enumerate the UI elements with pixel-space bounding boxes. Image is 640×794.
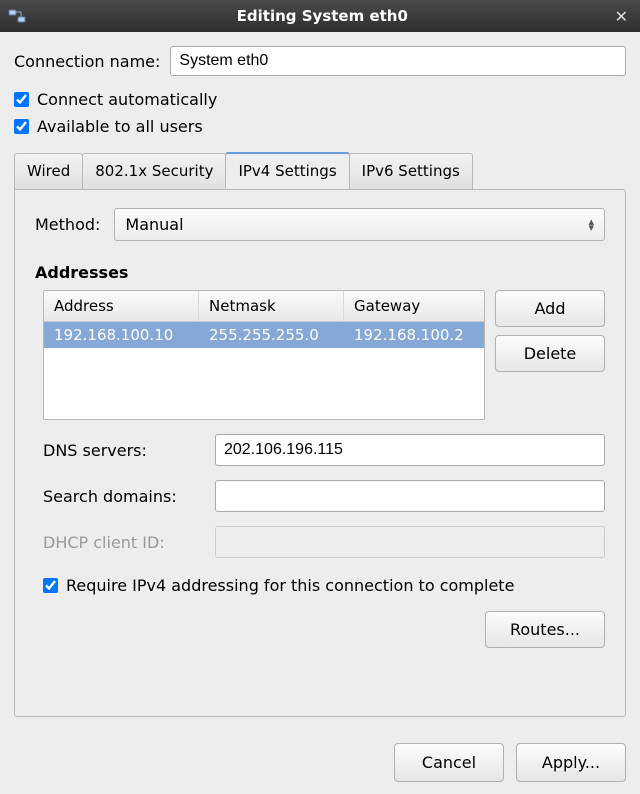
table-row[interactable]: 192.168.100.10 255.255.255.0 192.168.100…	[44, 322, 484, 348]
col-netmask[interactable]: Netmask	[199, 291, 344, 321]
dns-servers-label: DNS servers:	[43, 441, 215, 460]
available-all-users-row: Available to all users	[14, 117, 626, 136]
connect-automatically-text: Connect automatically	[37, 90, 217, 109]
ipv4-panel: Method: Manual ▴▾ Addresses Address Netm…	[14, 189, 626, 717]
method-label: Method:	[35, 215, 100, 234]
apply-button[interactable]: Apply...	[516, 743, 626, 782]
connection-name-label: Connection name:	[14, 52, 160, 71]
tabs-container: Wired 802.1x Security IPv4 Settings IPv6…	[14, 152, 626, 717]
tab-8021x-security[interactable]: 802.1x Security	[82, 153, 226, 190]
connection-name-input[interactable]	[170, 46, 626, 76]
dialog-buttons: Cancel Apply...	[0, 727, 640, 794]
cancel-button[interactable]: Cancel	[394, 743, 504, 782]
add-button[interactable]: Add	[495, 290, 605, 327]
search-domains-row: Search domains:	[43, 480, 605, 512]
dns-servers-input[interactable]	[215, 434, 605, 466]
search-domains-input[interactable]	[215, 480, 605, 512]
routes-row: Routes...	[35, 611, 605, 648]
available-all-users-checkbox[interactable]	[14, 119, 29, 134]
method-row: Method: Manual ▴▾	[35, 208, 605, 241]
dns-servers-row: DNS servers:	[43, 434, 605, 466]
method-combobox[interactable]: Manual ▴▾	[114, 208, 605, 241]
addresses-table[interactable]: Address Netmask Gateway 192.168.100.10 2…	[43, 290, 485, 420]
search-domains-label: Search domains:	[43, 487, 215, 506]
connection-name-row: Connection name:	[14, 46, 626, 76]
cell-netmask: 255.255.255.0	[199, 322, 344, 348]
titlebar: Editing System eth0 ✕	[0, 0, 640, 32]
available-all-users-text: Available to all users	[37, 117, 203, 136]
addr-buttons: Add Delete	[495, 290, 605, 420]
delete-button[interactable]: Delete	[495, 335, 605, 372]
tabs-bar: Wired 802.1x Security IPv4 Settings IPv6…	[14, 152, 626, 189]
tab-ipv6-settings[interactable]: IPv6 Settings	[349, 153, 473, 190]
window-title: Editing System eth0	[34, 7, 611, 25]
close-icon[interactable]: ✕	[611, 7, 632, 26]
dropdown-arrow-icon: ▴▾	[588, 219, 594, 231]
require-ipv4-row: Require IPv4 addressing for this connect…	[43, 576, 605, 595]
cell-gateway: 192.168.100.2	[344, 322, 484, 348]
method-value: Manual	[125, 215, 183, 234]
dialog-window: Editing System eth0 ✕ Connection name: C…	[0, 0, 640, 794]
col-gateway[interactable]: Gateway	[344, 291, 484, 321]
connect-automatically-row: Connect automatically	[14, 90, 626, 109]
dhcp-client-id-input	[215, 526, 605, 558]
require-ipv4-label[interactable]: Require IPv4 addressing for this connect…	[66, 576, 514, 595]
connect-automatically-label[interactable]: Connect automatically	[14, 90, 626, 109]
cell-address: 192.168.100.10	[44, 322, 199, 348]
routes-button[interactable]: Routes...	[485, 611, 605, 648]
connect-automatically-checkbox[interactable]	[14, 92, 29, 107]
tab-wired[interactable]: Wired	[14, 153, 83, 190]
addresses-title: Addresses	[35, 263, 605, 282]
require-ipv4-checkbox[interactable]	[43, 578, 58, 593]
network-icon	[8, 8, 26, 24]
addresses-block: Address Netmask Gateway 192.168.100.10 2…	[43, 290, 605, 420]
dhcp-client-id-row: DHCP client ID:	[43, 526, 605, 558]
addresses-header: Address Netmask Gateway	[44, 291, 484, 322]
tab-ipv4-settings[interactable]: IPv4 Settings	[225, 152, 349, 189]
col-address[interactable]: Address	[44, 291, 199, 321]
dhcp-client-id-label: DHCP client ID:	[43, 533, 215, 552]
available-all-users-label[interactable]: Available to all users	[14, 117, 626, 136]
dialog-content: Connection name: Connect automatically A…	[0, 32, 640, 727]
